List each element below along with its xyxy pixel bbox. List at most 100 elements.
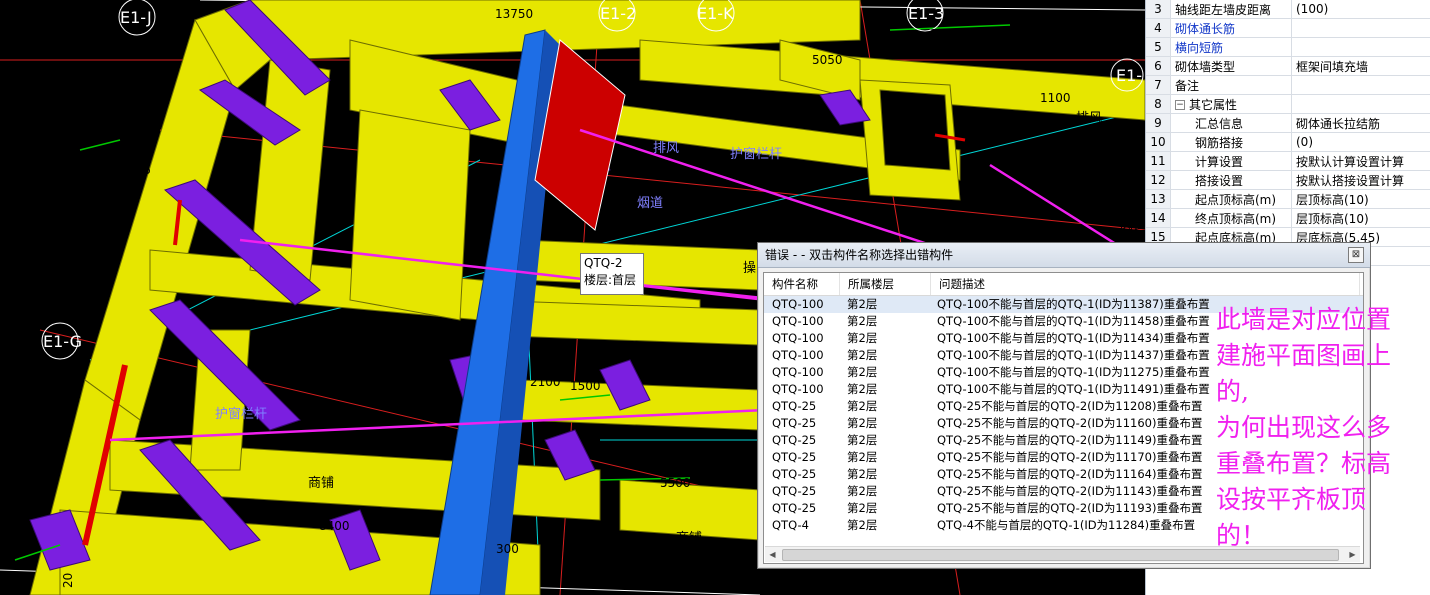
room-label: 商铺 [676, 531, 702, 546]
dimension-text: 20 [61, 573, 75, 588]
property-value[interactable] [1291, 18, 1430, 38]
property-row[interactable]: 5 横向短筋 [1146, 37, 1430, 57]
error-element-name: QTQ-100 [772, 331, 824, 345]
property-value[interactable]: (0) [1291, 132, 1430, 152]
axis-label: E1-J [120, 8, 152, 27]
property-row-number: 12 [1146, 170, 1171, 190]
error-floor: 第2层 [847, 297, 878, 311]
room-label: 烟道 [637, 196, 663, 211]
error-element-name: QTQ-25 [772, 484, 817, 498]
dimension-text: 1100 [1040, 91, 1071, 105]
property-value[interactable]: 层顶标高(10) [1291, 189, 1430, 209]
dimension-text: 8400 [618, 563, 649, 577]
property-row-number: 3 [1146, 0, 1171, 19]
annotation-note: 此墙是对应位置 建施平面图画上 的, 为何出现这么多 重叠布置？标高 设按平齐板顶 的！ [1216, 302, 1426, 554]
error-floor: 第2层 [847, 348, 878, 362]
property-value[interactable] [1291, 94, 1430, 114]
property-row-number: 4 [1146, 18, 1171, 38]
room-label: 排风 [653, 141, 679, 156]
axis-label: E1-K [697, 4, 734, 23]
dialog-title: 错误 - - 双击构件名称选择出错构件 [765, 248, 954, 262]
property-value[interactable] [1291, 75, 1430, 95]
room-label: 排风 [1076, 111, 1102, 126]
property-name: 轴线距左墙皮距离 [1170, 0, 1292, 19]
error-element-name: QTQ-100 [772, 365, 824, 379]
property-name: 终点顶标高(m) [1170, 208, 1292, 228]
room-label: 护窗栏杆 [215, 406, 267, 422]
error-element-name: QTQ-25 [772, 433, 817, 447]
property-name: 汇总信息 [1170, 113, 1292, 133]
scroll-left-icon[interactable]: ◀ [765, 547, 780, 562]
property-row-number: 13 [1146, 189, 1171, 209]
dialog-titlebar[interactable]: 错误 - - 双击构件名称选择出错构件 ⊠ [758, 243, 1370, 268]
property-row[interactable]: 12 搭接设置 按默认搭接设置计算 [1146, 170, 1430, 190]
property-row[interactable]: 10 钢筋搭接 (0) [1146, 132, 1430, 152]
property-name: 备注 [1170, 75, 1292, 95]
property-row[interactable]: 11 计算设置 按默认计算设置计算 [1146, 151, 1430, 171]
property-row-number: 8 [1146, 94, 1171, 114]
error-floor: 第2层 [847, 433, 878, 447]
column-header-name[interactable]: 构件名称 [764, 273, 840, 295]
property-row[interactable]: 13 起点顶标高(m) 层顶标高(10) [1146, 189, 1430, 209]
property-row[interactable]: 4 砌体通长筋 [1146, 18, 1430, 38]
dimension-text: 1500 [570, 379, 601, 393]
property-row-number: 7 [1146, 75, 1171, 95]
error-floor: 第2层 [847, 314, 878, 328]
property-value[interactable] [1291, 37, 1430, 57]
annotation-line: 为何出现这么多 [1216, 413, 1392, 442]
property-name: 钢筋搭接 [1170, 132, 1292, 152]
annotation-line: 此墙是对应位置 [1216, 305, 1392, 334]
property-name: 计算设置 [1170, 151, 1292, 171]
property-row[interactable]: 9 汇总信息 砌体通长拉结筋 [1146, 113, 1430, 133]
close-icon: ⊠ [1351, 249, 1361, 260]
property-value[interactable]: 框架间填充墙 [1291, 56, 1430, 76]
property-value[interactable]: 按默认计算设置计算 [1291, 151, 1430, 171]
collapse-icon[interactable]: − [1175, 100, 1185, 110]
dimension-text: 5500 [660, 476, 691, 490]
property-row-number: 6 [1146, 56, 1171, 76]
error-floor: 第2层 [847, 484, 878, 498]
property-row-number: 14 [1146, 208, 1171, 228]
property-row[interactable]: 3 轴线距左墙皮距离 (100) [1146, 0, 1430, 19]
annotation-line: 建施平面图画上 [1216, 341, 1392, 370]
property-name: 砌体通长筋 [1170, 18, 1292, 38]
error-element-name: QTQ-25 [772, 399, 817, 413]
dimension-text: 300 [496, 542, 519, 556]
error-element-name: QTQ-4 [772, 518, 809, 532]
dimension-text: 8400 [319, 519, 350, 533]
property-row[interactable]: 14 终点顶标高(m) 层顶标高(10) [1146, 208, 1430, 228]
property-row[interactable]: 8− 其它属性 [1146, 94, 1430, 114]
room-label: 因道 [1120, 219, 1145, 234]
dimension-text: 2100 [530, 375, 561, 389]
dimension-text: 3000 [1003, 39, 1034, 53]
property-value[interactable]: 层顶标高(10) [1291, 208, 1430, 228]
property-value[interactable]: 按默认搭接设置计算 [1291, 170, 1430, 190]
error-element-name: QTQ-100 [772, 314, 824, 328]
error-floor: 第2层 [847, 416, 878, 430]
property-row[interactable]: 7 备注 [1146, 75, 1430, 95]
error-floor: 第2层 [847, 450, 878, 464]
dimension-text: 5050 [812, 53, 843, 67]
close-button[interactable]: ⊠ [1348, 247, 1364, 263]
dimension-text: 1500 [930, 27, 961, 41]
annotation-line: 设按平齐板顶 [1216, 485, 1367, 514]
dimension-text: 6700 [139, 144, 153, 175]
error-floor: 第2层 [847, 518, 878, 532]
property-row-number: 9 [1146, 113, 1171, 133]
list-header: 构件名称 所属楼层 问题描述 [764, 273, 1363, 296]
annotation-line: 的, [1216, 377, 1249, 406]
error-element-name: QTQ-25 [772, 450, 817, 464]
room-label: 操 [743, 260, 756, 276]
column-header-description[interactable]: 问题描述 [931, 273, 1360, 295]
room-label: 护窗栏杆 [730, 146, 782, 162]
column-header-floor[interactable]: 所属楼层 [840, 273, 931, 295]
property-value[interactable]: (100) [1291, 0, 1430, 19]
room-label: 商铺 [308, 476, 334, 491]
axis-label: E1-2 [600, 4, 636, 23]
error-floor: 第2层 [847, 382, 878, 396]
error-floor: 第2层 [847, 399, 878, 413]
property-value[interactable]: 砌体通长拉结筋 [1291, 113, 1430, 133]
property-row[interactable]: 6 砌体墙类型 框架间填充墙 [1146, 56, 1430, 76]
axis-label: E1- [1116, 66, 1142, 85]
error-floor: 第2层 [847, 501, 878, 515]
